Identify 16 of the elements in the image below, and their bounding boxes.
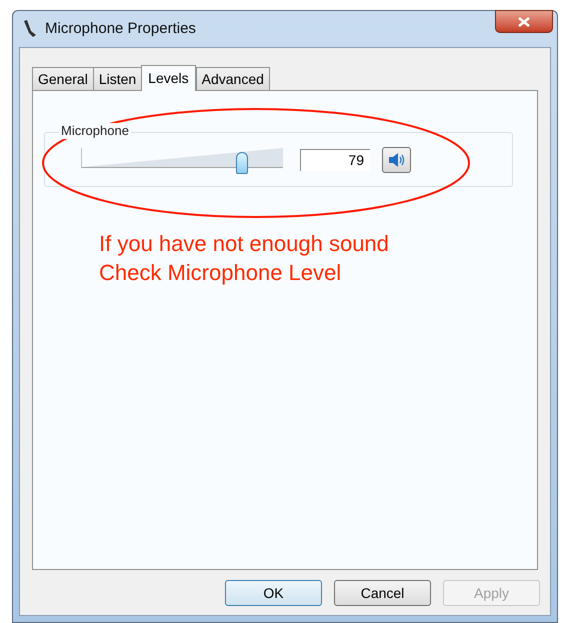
tab[interactable]: Advanced [196, 67, 270, 90]
tab[interactable]: General [32, 67, 94, 90]
annotation-text: Check Microphone Level [99, 259, 342, 287]
level-field[interactable]: 79 [300, 148, 370, 170]
close-button[interactable] [495, 10, 553, 33]
dialog-button[interactable]: OK [225, 580, 322, 606]
close-icon [518, 16, 530, 26]
tab[interactable]: Levels [141, 65, 196, 91]
annotation-text: If you have not enough sound [99, 230, 390, 258]
mute-button[interactable] [382, 146, 411, 172]
group-label: Microphone [59, 123, 131, 139]
window-title: Microphone Properties [45, 18, 196, 39]
slider-thumb[interactable] [236, 152, 248, 174]
tab[interactable]: Listen [92, 67, 142, 90]
dialog-button[interactable]: Cancel [334, 580, 431, 606]
speaker-icon [388, 152, 406, 166]
